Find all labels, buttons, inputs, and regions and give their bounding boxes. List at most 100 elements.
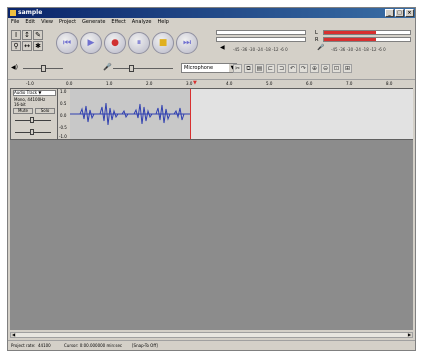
playhead-icon: ▼ [193, 80, 197, 86]
playback-meter-peak [324, 31, 376, 34]
microphone-gain-icon: 🎤 [103, 63, 112, 71]
zoom-in-icon[interactable]: ⊕ [310, 64, 319, 73]
horizontal-scrollbar[interactable]: ◀ ▶ [10, 332, 413, 338]
input-source-select[interactable]: Microphone ▼ [181, 63, 237, 73]
record-meter-right [216, 37, 306, 42]
ruler-label: 1.0 [106, 81, 113, 86]
meter-toolbar: L R ◀ -45 -36 -30 -24 -18 -12 -6 0 🎤 -45… [213, 29, 413, 61]
draw-tool-icon[interactable]: ✎ [33, 30, 43, 40]
maximize-button[interactable]: □ [395, 9, 404, 17]
tools-toolbar: I ↕ ✎ ⚲ ↔ ✱ [11, 30, 51, 60]
track-name: Audio Track [14, 90, 38, 95]
meter-right-label: R [315, 37, 319, 43]
menu-analyze[interactable]: Analyze [132, 18, 152, 27]
waveform [70, 102, 190, 126]
playback-meter-scale: -45 -36 -30 -24 -18 -12 -6 0 [331, 47, 386, 52]
cut-icon[interactable]: ✂ [233, 64, 242, 73]
undo-icon[interactable]: ↶ [288, 64, 297, 73]
ruler-label: 6.0 [306, 81, 313, 86]
playback-meter-right [323, 37, 411, 42]
output-volume-thumb[interactable] [41, 65, 46, 72]
fit-project-icon[interactable]: ⊞ [343, 64, 352, 73]
menu-bar: File Edit View Project Generate Effect A… [8, 18, 415, 27]
project-rate-value[interactable]: 44100 [38, 341, 51, 351]
input-source-value: Microphone [184, 65, 214, 71]
gain-slider-thumb[interactable] [30, 117, 34, 123]
paste-icon[interactable]: ▤ [255, 64, 264, 73]
edit-toolbar: ✂ ⧉ ▤ ⊏ ⊐ ↶ ↷ ⊕ ⊖ ⊡ ⊞ [233, 64, 352, 74]
zoom-tool-icon[interactable]: ⚲ [11, 41, 21, 51]
app-window: sample _ □ × File Edit View Project Gene… [7, 7, 416, 351]
ruler-label: 3.0 [186, 81, 193, 86]
scale-label: -0.5 [59, 125, 67, 130]
ruler-label: 8.0 [386, 81, 393, 86]
menu-view[interactable]: View [41, 18, 53, 27]
copy-icon[interactable]: ⧉ [244, 64, 253, 73]
record-meter-left [216, 30, 306, 35]
fit-selection-icon[interactable]: ⊡ [332, 64, 341, 73]
pan-slider-thumb[interactable] [30, 129, 34, 135]
menu-edit[interactable]: Edit [25, 18, 35, 27]
window-title: sample [18, 9, 43, 16]
chevron-down-icon: ▼ [37, 90, 42, 95]
record-button[interactable]: ● [104, 32, 126, 54]
meter-left-label: L [315, 30, 318, 36]
volume-icon: ◀) [11, 64, 18, 71]
scale-label: 0.0 [60, 113, 67, 118]
pause-button[interactable]: ⏸ [128, 32, 150, 54]
menu-help[interactable]: Help [158, 18, 169, 27]
toolbar: I ↕ ✎ ⚲ ↔ ✱ ⏮ ▶ ● ⏸ ■ ⏭ L R ◀ -45 -36 -3… [8, 27, 415, 79]
trim-icon[interactable]: ⊏ [266, 64, 275, 73]
waveform-display[interactable] [70, 88, 413, 140]
playback-meter-peak [324, 38, 376, 41]
skip-start-button[interactable]: ⏮ [56, 32, 78, 54]
track-name-menu[interactable]: Audio Track ▼ [13, 90, 56, 96]
scale-label: 0.5 [60, 101, 67, 106]
track-bits: 16-bit [14, 102, 26, 107]
stop-button[interactable]: ■ [152, 32, 174, 54]
scale-label: -1.0 [59, 134, 67, 139]
silence-icon[interactable]: ⊐ [277, 64, 286, 73]
scale-label: 1.0 [60, 89, 67, 94]
ruler-label: -1.0 [26, 81, 34, 86]
app-icon [10, 10, 16, 16]
status-bar: Project rate: 44100 Cursor: 0:00.000000 … [8, 340, 415, 351]
input-volume-thumb[interactable] [129, 65, 134, 72]
input-volume-slider[interactable] [113, 68, 173, 69]
close-button[interactable]: × [405, 9, 414, 17]
snap-status: [Snap-To Off] [132, 343, 158, 348]
project-rate-label: Project rate: [11, 343, 36, 348]
ruler-label: 4.0 [226, 81, 233, 86]
multi-tool-icon[interactable]: ✱ [33, 41, 43, 51]
track-control-panel: Audio Track ▼ Mono, 44100Hz 16-bit Mute … [10, 88, 58, 140]
zoom-out-icon[interactable]: ⊖ [321, 64, 330, 73]
cursor-position: Cursor: 0:00.000000 min:sec [64, 343, 123, 348]
transport-toolbar: ⏮ ▶ ● ⏸ ■ ⏭ [56, 32, 198, 60]
minimize-button[interactable]: _ [385, 9, 394, 17]
ruler-label: 0.0 [66, 81, 73, 86]
menu-project[interactable]: Project [59, 18, 76, 27]
solo-button[interactable]: Solo [35, 108, 55, 114]
track-panel: Audio Track ▼ Mono, 44100Hz 16-bit Mute … [10, 88, 413, 330]
microphone-icon: 🎤 [317, 44, 325, 51]
mute-button[interactable]: Mute [13, 108, 33, 114]
menu-file[interactable]: File [11, 18, 19, 27]
speaker-icon: ◀ [220, 44, 225, 51]
skip-end-button[interactable]: ⏭ [176, 32, 198, 54]
menu-generate[interactable]: Generate [82, 18, 105, 27]
timeline-ruler[interactable]: -1.0 0.0 1.0 2.0 3.0 4.0 5.0 6.0 7.0 8.0… [8, 79, 415, 88]
ruler-label: 5.0 [266, 81, 273, 86]
amplitude-scale: 1.0 0.5 0.0 -0.5 -1.0 [58, 88, 70, 140]
record-meter-scale: -45 -36 -30 -24 -18 -12 -6 0 [233, 47, 288, 52]
playback-meter-left [323, 30, 411, 35]
envelope-tool-icon[interactable]: ↕ [22, 30, 32, 40]
selection-tool-icon[interactable]: I [11, 30, 21, 40]
timeshift-tool-icon[interactable]: ↔ [22, 41, 32, 51]
play-button[interactable]: ▶ [80, 32, 102, 54]
ruler-label: 7.0 [346, 81, 353, 86]
scroll-right-icon[interactable]: ▶ [407, 333, 412, 337]
redo-icon[interactable]: ↷ [299, 64, 308, 73]
ruler-label: 2.0 [146, 81, 153, 86]
menu-effect[interactable]: Effect [111, 18, 125, 27]
scroll-left-icon[interactable]: ◀ [11, 333, 16, 337]
